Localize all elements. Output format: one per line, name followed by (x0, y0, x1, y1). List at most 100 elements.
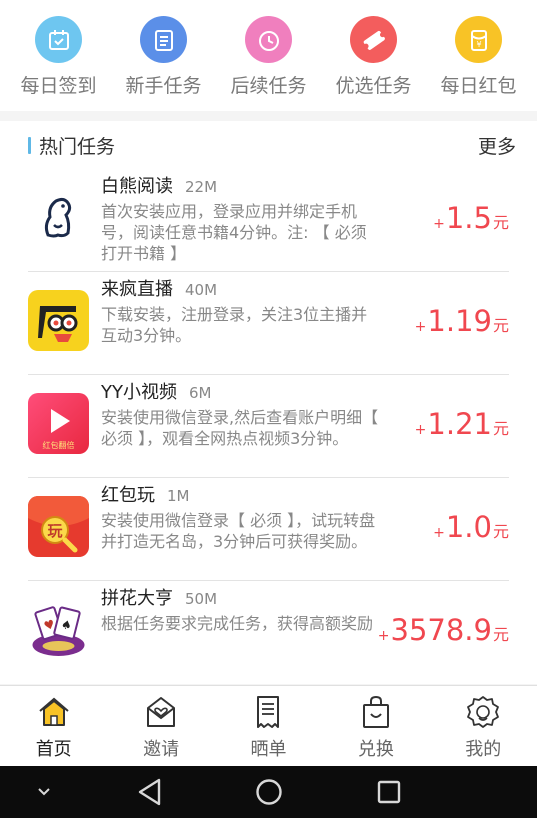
laifeng-app-icon (28, 290, 89, 351)
tab-invite[interactable]: 邀请 (111, 686, 211, 766)
reward-plus: + (414, 422, 427, 438)
receipt-icon (257, 696, 280, 728)
reward-amount: 1.0 (445, 510, 492, 544)
quick-entry-newbie-tasks[interactable]: 新手任务 (111, 0, 216, 111)
tab-label: 兑换 (357, 739, 394, 760)
chevron-down-icon (38, 788, 50, 796)
task-size: 6M (189, 384, 212, 402)
title-accent-bar (28, 136, 31, 154)
shopping-bag-icon (362, 695, 389, 728)
tab-profile[interactable]: 我的 (433, 686, 533, 766)
quick-entry-label: 每日签到 (20, 75, 97, 97)
reward-unit: 元 (492, 419, 509, 438)
reward-amount: 1.21 (427, 407, 492, 441)
tab-label: 晒单 (250, 739, 287, 760)
task-description: 下载安装，注册登录，关注3位主播并互动3分钟。 (101, 305, 368, 345)
tab-label: 邀请 (143, 739, 180, 760)
back-triangle-icon (138, 778, 161, 806)
ticket-icon (350, 16, 397, 63)
tab-exchange[interactable]: 兑换 (326, 686, 426, 766)
home-icon (39, 697, 69, 726)
clock-icon (245, 16, 292, 63)
quick-entry-daily-checkin[interactable]: 每日签到 (6, 0, 111, 111)
bottom-tab-bar: 首页 邀请 晒单 兑换 我的 (0, 685, 537, 766)
reward-unit: 元 (492, 213, 509, 232)
reward-amount: 3578.9 (390, 613, 492, 647)
heart-envelope-icon (147, 697, 176, 727)
task-reward: +1.0 元 (433, 510, 509, 544)
quick-entry-label: 优选任务 (335, 75, 412, 97)
home-circle-icon (256, 779, 282, 805)
task-name: 白熊阅读 (101, 176, 173, 197)
quick-entry-label: 每日红包 (440, 75, 517, 97)
task-reward: +3578.9 元 (378, 613, 509, 647)
task-name: 红包玩 (101, 485, 155, 506)
task-description: 根据任务要求完成任务，获得高额奖励 (101, 614, 374, 633)
task-size: 50M (185, 590, 218, 608)
hongbao-wan-app-icon: 玩 (28, 496, 89, 557)
hot-tasks-header: 热门任务 更多 (0, 121, 537, 169)
task-description: 首次安装应用，登录应用并绑定手机号，阅读任意书籍4分钟。注: 【 必须打开书籍 … (101, 202, 367, 263)
task-row[interactable]: 白熊阅读 22M 首次安装应用，登录应用并绑定手机号，阅读任意书籍4分钟。注: 【… (28, 169, 509, 272)
task-title: 来疯直播 40M (101, 275, 217, 301)
quick-entry-row: 每日签到 新手任务 后续任务 优选任务 ¥ 每日红包 (0, 0, 537, 111)
task-size: 22M (185, 178, 218, 196)
system-navigation-bar (0, 766, 537, 818)
calendar-check-icon (35, 16, 82, 63)
reward-amount: 1.19 (427, 304, 492, 338)
reward-plus: + (414, 319, 427, 335)
task-title: 红包玩 1M (101, 481, 190, 507)
task-description: 安装使用微信登录【 必须 】，试玩转盘并打造无名岛，3分钟后可获得奖励。 (101, 511, 376, 551)
task-name: 来疯直播 (101, 279, 173, 300)
svg-text:¥: ¥ (476, 40, 481, 49)
quick-entry-label: 后续任务 (230, 75, 307, 97)
task-title: 白熊阅读 22M (101, 172, 217, 198)
task-row[interactable]: ♥ ♠ 拼花大亨 50M 根据任务要求完成任务，获得高额奖励 +3578.9 元 (28, 581, 509, 684)
red-envelope-icon: ¥ (455, 16, 502, 63)
task-reward: +1.21 元 (415, 407, 509, 441)
task-title: 拼花大亨 50M (101, 584, 217, 610)
reward-unit: 元 (492, 625, 509, 644)
task-reward: +1.19 元 (415, 304, 509, 338)
tab-label: 我的 (465, 739, 502, 760)
yy-video-app-icon: 红包翻倍 (28, 393, 89, 454)
task-title: YY小视频 6M (101, 378, 212, 404)
task-row[interactable]: 玩 红包玩 1M 安装使用微信登录【 必须 】，试玩转盘并打造无名岛，3分钟后可获… (28, 478, 509, 581)
tab-home[interactable]: 首页 (4, 686, 104, 766)
poker-cards-app-icon: ♥ ♠ (28, 599, 89, 660)
tab-label: 首页 (35, 739, 72, 760)
task-reward: +1.5 元 (433, 201, 509, 235)
white-bear-app-icon (28, 187, 89, 248)
task-list: 白熊阅读 22M 首次安装应用，登录应用并绑定手机号，阅读任意书籍4分钟。注: 【… (0, 169, 537, 684)
reward-amount: 1.5 (445, 201, 492, 235)
more-link[interactable]: 更多 (478, 132, 516, 159)
hot-tasks-panel: 热门任务 更多 白熊阅读 22M 首次安装应用，登录应用并绑定手机号，阅读任意书籍… (0, 121, 537, 684)
recents-square-icon (377, 780, 401, 804)
tab-share-order[interactable]: 晒单 (218, 686, 318, 766)
hongbao-icon-char: 玩 (47, 522, 62, 540)
task-name: 拼花大亨 (101, 588, 173, 609)
reward-unit: 元 (492, 522, 509, 541)
quick-entry-label: 新手任务 (125, 75, 202, 97)
quick-entry-featured-tasks[interactable]: 优选任务 (321, 0, 426, 111)
profile-badge-icon (467, 696, 500, 728)
task-row[interactable]: 红包翻倍 YY小视频 6M 安装使用微信登录,然后查看账户明细【 必须 】，观看全… (28, 375, 509, 478)
task-description: 安装使用微信登录,然后查看账户明细【 必须 】，观看全网热点视频3分钟。 (101, 408, 379, 448)
reward-plus: + (377, 628, 390, 644)
task-name: YY小视频 (101, 382, 177, 403)
quick-entry-daily-red-envelope[interactable]: ¥ 每日红包 (426, 0, 531, 111)
task-size: 1M (167, 487, 190, 505)
quick-entry-followup-tasks[interactable]: 后续任务 (216, 0, 321, 111)
task-row[interactable]: 来疯直播 40M 下载安装，注册登录，关注3位主播并互动3分钟。 +1.19 元 (28, 272, 509, 375)
home-system-button[interactable] (245, 766, 293, 818)
yy-icon-caption: 红包翻倍 (43, 440, 75, 450)
task-size: 40M (185, 281, 218, 299)
reward-unit: 元 (492, 316, 509, 335)
hot-tasks-title-text: 热门任务 (39, 135, 116, 158)
back-button[interactable] (126, 766, 174, 818)
hide-keyboard-button[interactable] (22, 766, 66, 818)
reward-plus: + (433, 216, 445, 232)
recents-button[interactable] (365, 766, 413, 818)
notepad-icon (140, 16, 187, 63)
reward-plus: + (433, 525, 445, 541)
